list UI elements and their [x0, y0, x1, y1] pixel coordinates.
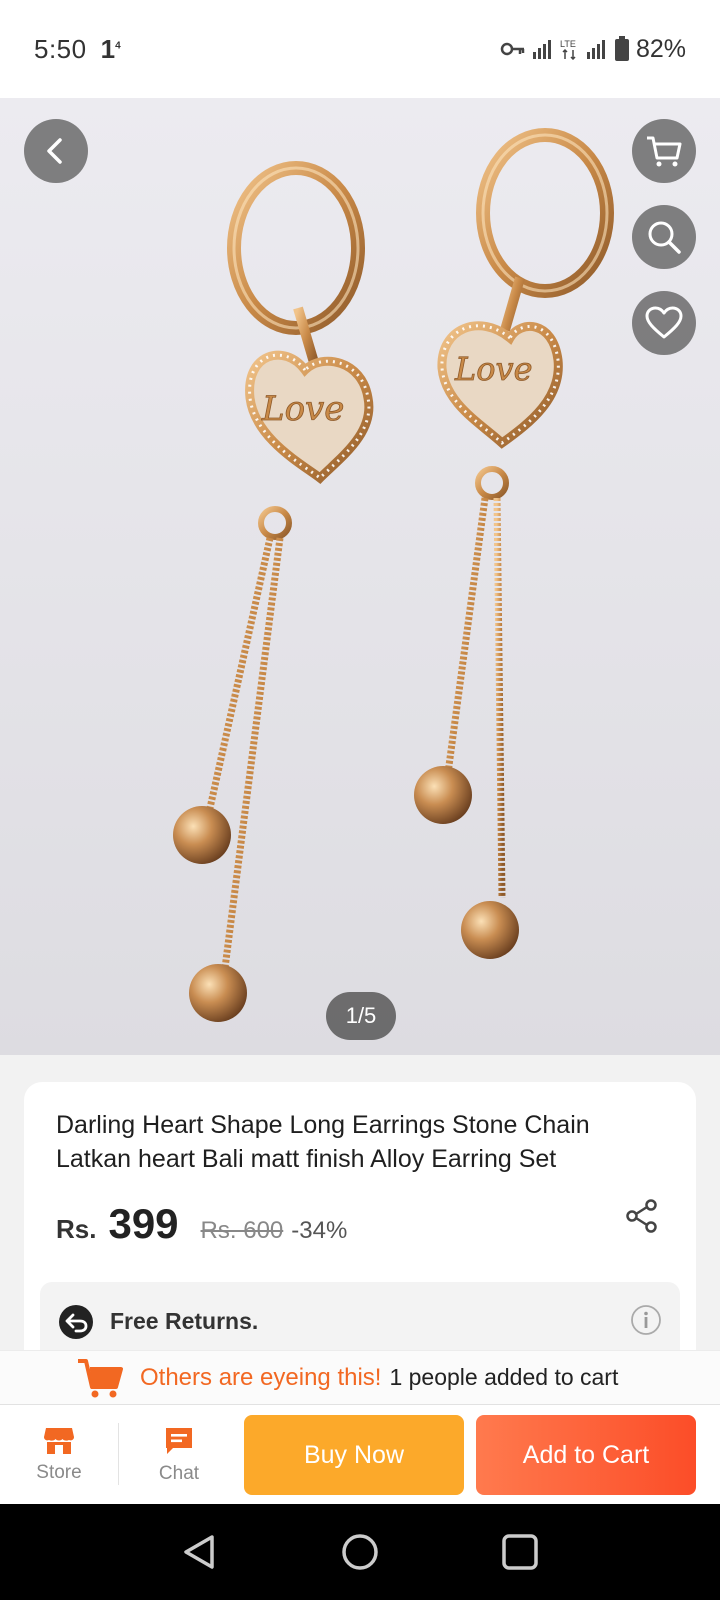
key-icon	[500, 42, 525, 56]
cart-button[interactable]	[632, 119, 696, 183]
share-button[interactable]	[624, 1198, 660, 1239]
chat-label: Chat	[158, 1463, 200, 1484]
nav-back-icon[interactable]	[180, 1532, 220, 1572]
cart-icon	[647, 136, 682, 167]
price-currency: Rs.	[56, 1214, 97, 1244]
status-time: 5:50	[34, 33, 87, 64]
system-navigation-bar	[0, 1504, 720, 1600]
cart-count-text: 1 people added to cart	[389, 1364, 619, 1390]
eyeing-highlight: Others are eyeing this!	[140, 1363, 382, 1391]
store-icon	[44, 1428, 74, 1454]
shopping-cart-icon	[78, 1358, 123, 1397]
app-root: 5:50 14 LTE 82% Love Love 1/5 Darling He…	[0, 0, 720, 1600]
chat-tab[interactable]: Chat	[124, 1405, 234, 1505]
lte-icon: LTE	[560, 39, 576, 60]
sim-indicator: 14	[100, 33, 121, 64]
current-price: 399	[108, 1200, 179, 1247]
product-title: Darling Heart Shape Long Earrings Stone …	[56, 1111, 590, 1173]
svg-text:Love: Love	[454, 350, 533, 388]
returns-info-button[interactable]	[630, 1304, 662, 1341]
store-label: Store	[36, 1462, 82, 1483]
nav-recents-icon[interactable]	[500, 1532, 540, 1572]
original-price: Rs. 600	[200, 1217, 284, 1244]
signal-icon	[532, 40, 551, 59]
signal-2-icon	[586, 40, 605, 59]
heart-icon	[645, 306, 683, 339]
back-button[interactable]	[24, 119, 88, 183]
svg-text:Love: Love	[261, 389, 344, 429]
earrings-product-image: Love Love	[173, 128, 614, 1022]
status-bar: 5:50 14 LTE 82%	[0, 0, 720, 98]
share-icon	[626, 1199, 657, 1233]
wishlist-button[interactable]	[632, 291, 696, 355]
add-to-cart-button[interactable]: Add to Cart	[476, 1415, 696, 1495]
cart-activity-banner: Others are eyeing this! 1 people added t…	[0, 1350, 720, 1404]
bottom-action-bar: Store Chat Buy Now Add to Cart	[0, 1404, 720, 1504]
tab-divider	[118, 1423, 119, 1485]
chat-icon	[166, 1428, 192, 1454]
search-icon	[648, 221, 681, 254]
battery-level: 82%	[635, 34, 686, 63]
nav-home-icon[interactable]	[340, 1532, 380, 1572]
battery-icon	[614, 36, 629, 61]
product-image-gallery[interactable]: Love Love 1/5	[0, 98, 720, 1055]
info-icon	[631, 1305, 661, 1335]
store-tab[interactable]: Store	[4, 1405, 114, 1505]
buy-now-button[interactable]: Buy Now	[244, 1415, 464, 1495]
product-info-card: Darling Heart Shape Long Earrings Stone …	[24, 1082, 696, 1382]
image-counter: 1/5	[326, 992, 396, 1040]
free-returns-label: Free Returns.	[110, 1308, 259, 1334]
return-icon	[59, 1305, 93, 1339]
price-row: Rs. 399 Rs. 600 -34%	[56, 1198, 664, 1248]
svg-text:LTE: LTE	[560, 39, 576, 49]
chevron-left-icon	[47, 138, 62, 164]
status-icons: LTE 82%	[500, 35, 686, 64]
discount-badge: -34%	[291, 1217, 348, 1244]
search-button[interactable]	[632, 205, 696, 269]
